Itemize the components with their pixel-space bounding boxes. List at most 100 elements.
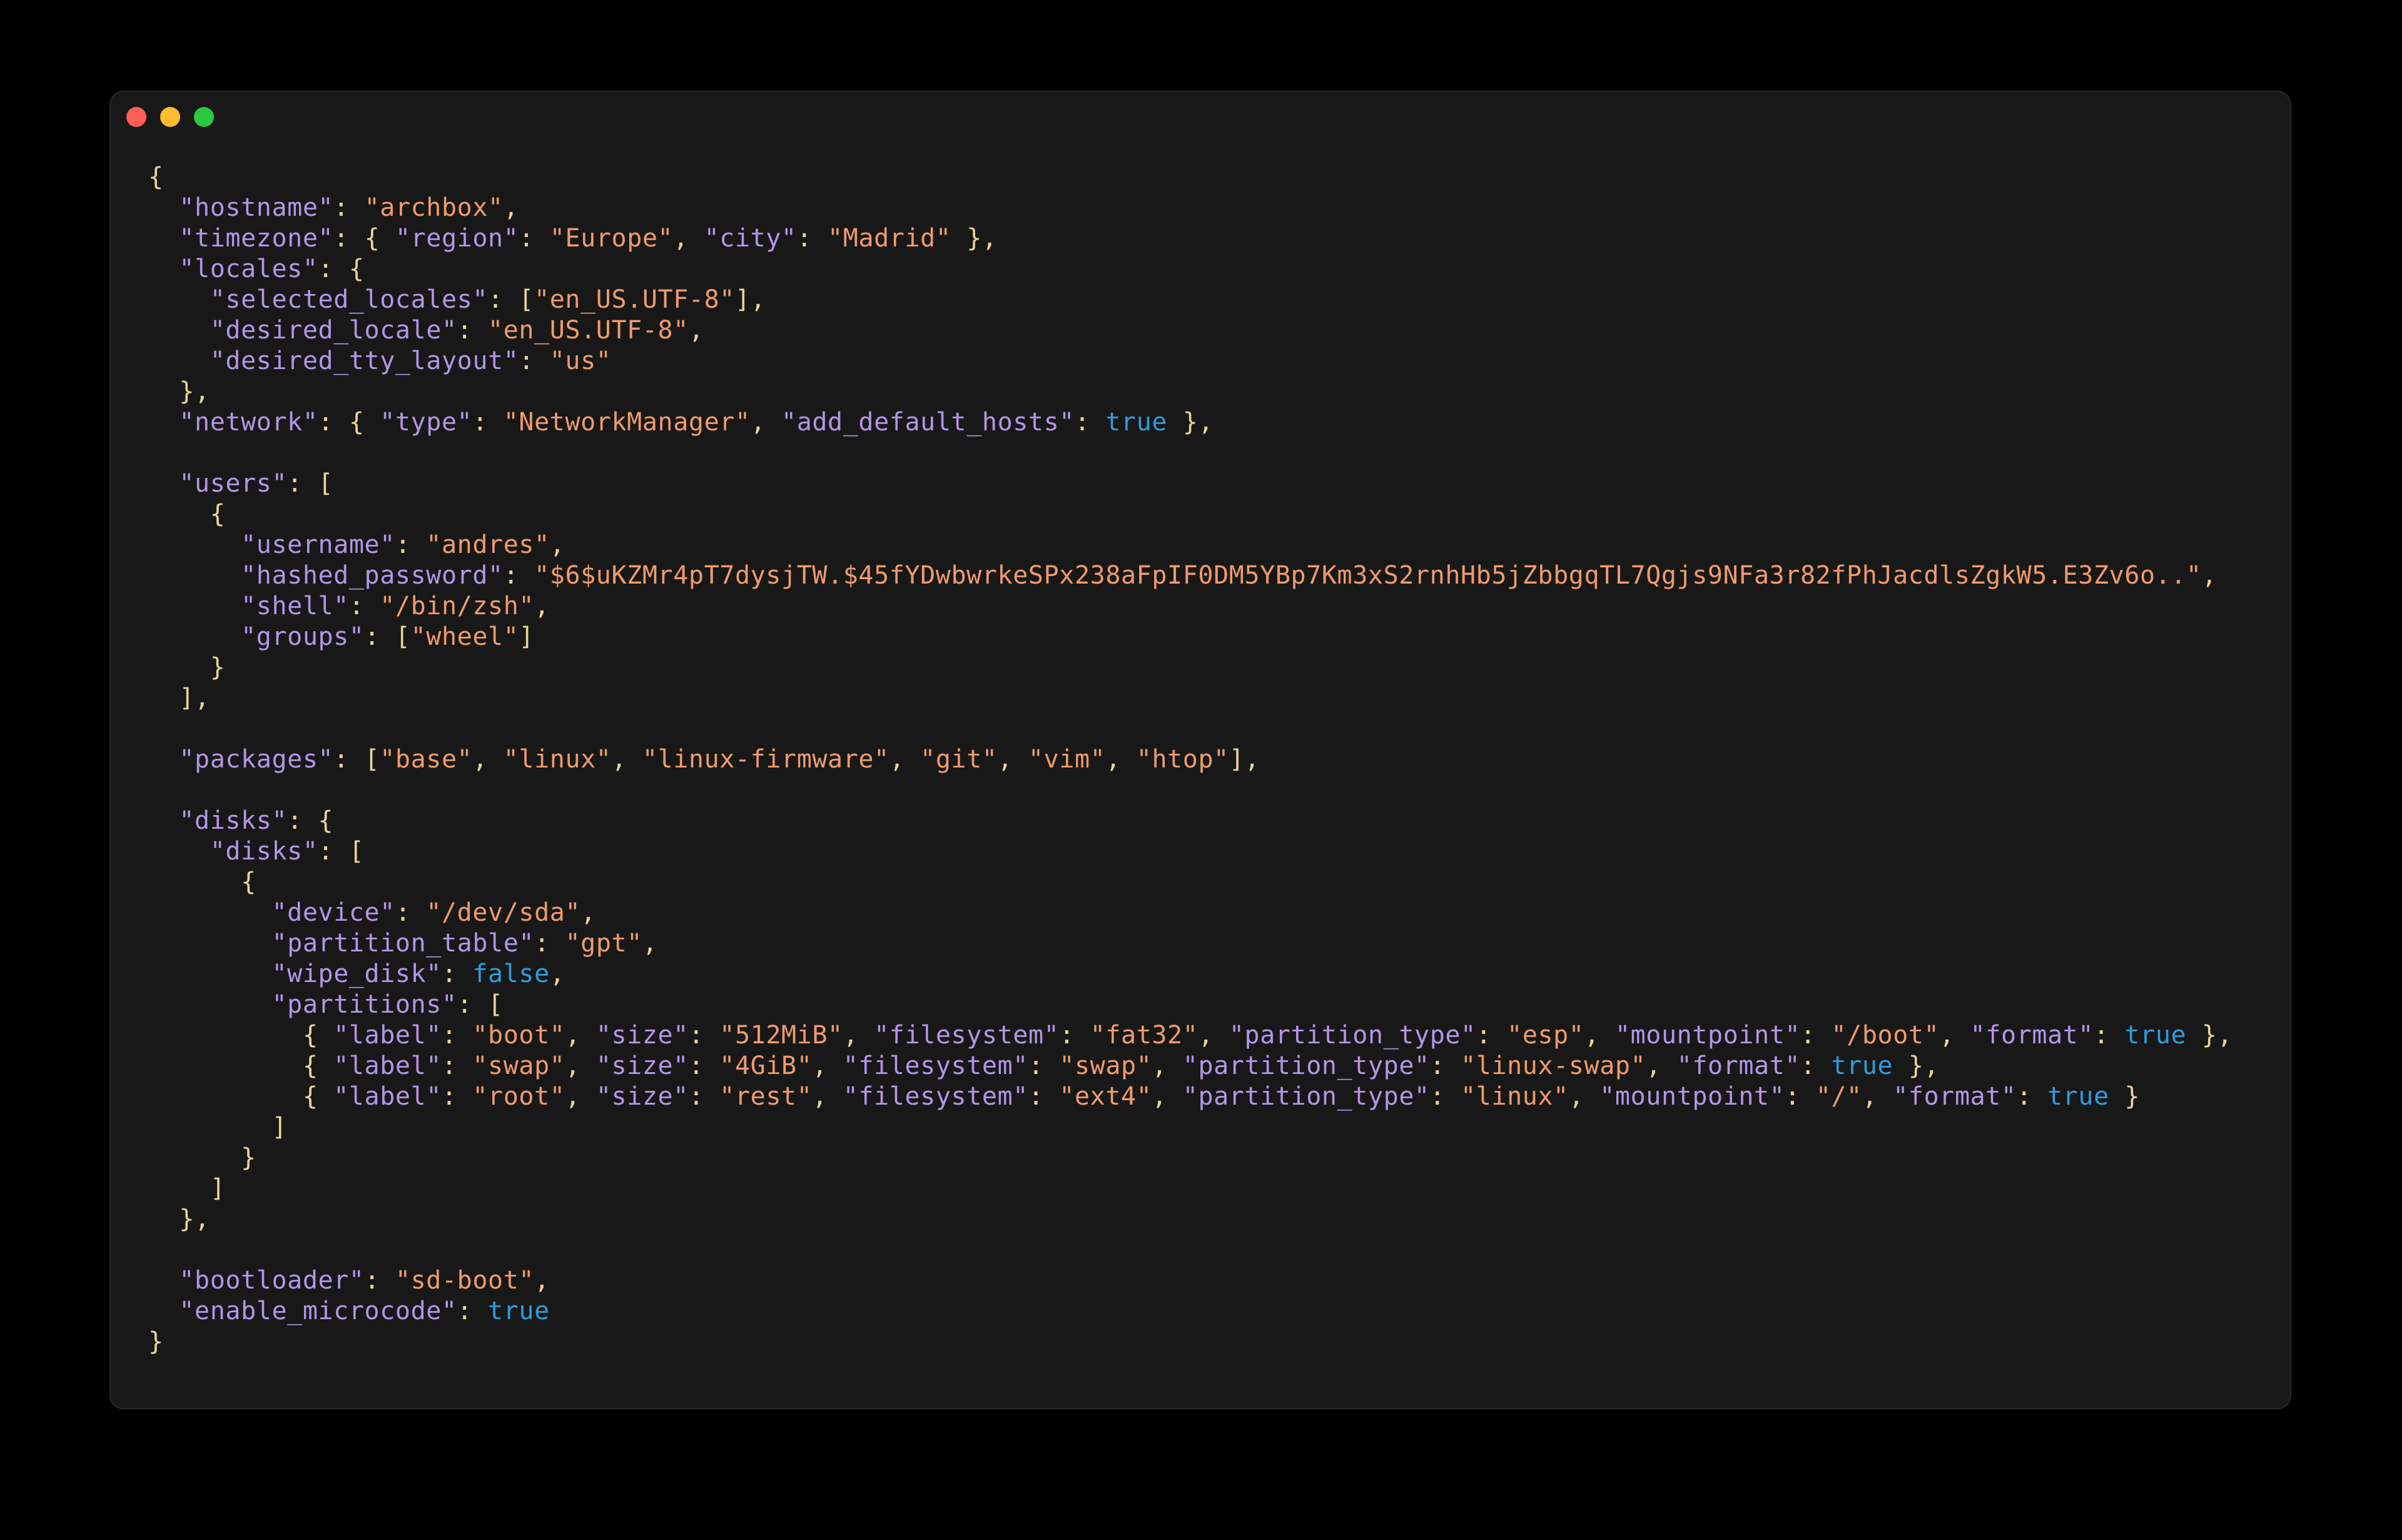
json-punctuation: } <box>148 1327 164 1356</box>
json-key: "packages" <box>179 745 334 774</box>
json-key: "shell" <box>241 592 349 621</box>
json-string: "/" <box>1815 1082 1862 1111</box>
json-punctuation: , <box>534 592 550 621</box>
minimize-button[interactable] <box>160 107 180 127</box>
json-boolean: true <box>1831 1051 1893 1080</box>
code-line: { <box>148 499 2232 530</box>
code-line: "selected_locales": ["en_US.UTF-8"], <box>148 285 2232 315</box>
json-punctuation: : <box>1429 1051 1461 1080</box>
json-string: "esp" <box>1507 1021 1584 1050</box>
json-punctuation: , <box>1152 1082 1183 1111</box>
json-string: "wheel" <box>410 622 519 651</box>
json-string: "4GiB" <box>719 1051 813 1080</box>
json-string: "htop" <box>1136 745 1229 774</box>
json-boolean: true <box>488 1297 550 1325</box>
json-punctuation <box>148 530 241 559</box>
json-string: "rest" <box>719 1082 813 1111</box>
code-line: } <box>148 1327 2232 1357</box>
json-punctuation: , <box>1646 1051 1677 1080</box>
json-punctuation: : <box>441 1021 473 1050</box>
json-punctuation: , <box>1568 1082 1600 1111</box>
code-line: ], <box>148 683 2232 714</box>
json-punctuation: : <box>472 408 504 437</box>
json-punctuation: , <box>472 745 504 774</box>
json-punctuation <box>148 561 241 590</box>
json-string: "gpt" <box>565 929 642 958</box>
json-punctuation: : <box>441 960 473 988</box>
json-key: "mountpoint" <box>1599 1082 1785 1111</box>
json-string: "linux-firmware" <box>642 745 889 774</box>
code-line: "wipe_disk": false, <box>148 959 2232 990</box>
json-string: "vim" <box>1028 745 1106 774</box>
json-punctuation: , <box>565 1021 596 1050</box>
json-punctuation <box>148 255 179 283</box>
json-punctuation: , <box>549 530 565 559</box>
json-punctuation: ], <box>1229 745 1260 774</box>
json-punctuation: : <box>796 224 828 253</box>
code-line: "timezone": { "region": "Europe", "city"… <box>148 223 2232 254</box>
json-punctuation: , <box>503 193 519 222</box>
json-key: "groups" <box>241 622 365 651</box>
json-key: "partition_table" <box>271 929 535 958</box>
json-punctuation <box>148 929 271 958</box>
json-string: "swap" <box>1059 1051 1152 1080</box>
json-punctuation: : <box>441 1082 473 1111</box>
json-string: "en_US.UTF-8" <box>488 316 689 345</box>
json-punctuation: : { <box>333 224 395 253</box>
code-line: "disks": { <box>148 806 2232 836</box>
json-key: "filesystem" <box>874 1021 1060 1050</box>
json-punctuation: : <box>519 224 550 253</box>
json-punctuation: : [ <box>488 285 535 314</box>
json-key: "disks" <box>210 837 318 866</box>
json-punctuation <box>148 224 179 253</box>
json-punctuation: : <box>688 1082 720 1111</box>
json-key: "device" <box>271 898 395 927</box>
close-button[interactable] <box>126 107 146 127</box>
code-line: "enable_microcode": true <box>148 1296 2232 1327</box>
json-punctuation <box>148 806 179 835</box>
json-punctuation: : <box>395 898 427 927</box>
json-string: "/boot" <box>1831 1021 1940 1050</box>
json-key: "label" <box>333 1051 442 1080</box>
json-punctuation <box>148 193 179 222</box>
json-punctuation: : <box>1074 408 1106 437</box>
json-punctuation: ], <box>148 684 210 712</box>
code-line: "locales": { <box>148 254 2232 285</box>
json-punctuation: : <box>395 530 427 559</box>
window-controls <box>126 104 214 129</box>
json-key: "format" <box>1893 1082 2017 1111</box>
json-key: "filesystem" <box>843 1051 1028 1080</box>
json-punctuation: } <box>148 653 226 682</box>
json-string: "/bin/zsh" <box>380 592 535 621</box>
json-string: "linux" <box>1461 1082 1569 1111</box>
json-punctuation: }, <box>148 1205 210 1234</box>
json-string: "swap" <box>472 1051 565 1080</box>
json-punctuation <box>148 592 241 621</box>
json-punctuation: : <box>1059 1021 1090 1050</box>
code-line: "desired_tty_layout": "us" <box>148 346 2232 377</box>
json-string: "root" <box>472 1082 565 1111</box>
code-line: { "label": "boot", "size": "512MiB", "fi… <box>148 1020 2232 1051</box>
json-key: "desired_locale" <box>210 316 457 345</box>
json-key: "size" <box>595 1051 689 1080</box>
json-string: "NetworkManager" <box>503 408 751 437</box>
json-key: "enable_microcode" <box>179 1297 457 1325</box>
json-punctuation: ] <box>148 1113 288 1142</box>
code-line: "disks": [ <box>148 836 2232 867</box>
code-line: "packages": ["base", "linux", "linux-fir… <box>148 744 2232 775</box>
json-punctuation: : <box>1800 1021 1832 1050</box>
json-punctuation: , <box>1584 1021 1615 1050</box>
json-key: "region" <box>395 224 519 253</box>
json-boolean: true <box>2047 1082 2109 1111</box>
json-key: "format" <box>1970 1021 2094 1050</box>
json-string: "Europe" <box>549 224 674 253</box>
json-string: "/dev/sda" <box>426 898 581 927</box>
json-string: "linux" <box>503 745 612 774</box>
json-string: "fat32" <box>1090 1021 1198 1050</box>
json-key: "city" <box>704 224 797 253</box>
json-punctuation: , <box>2201 561 2217 590</box>
json-punctuation <box>148 285 210 314</box>
maximize-button[interactable] <box>194 107 214 127</box>
